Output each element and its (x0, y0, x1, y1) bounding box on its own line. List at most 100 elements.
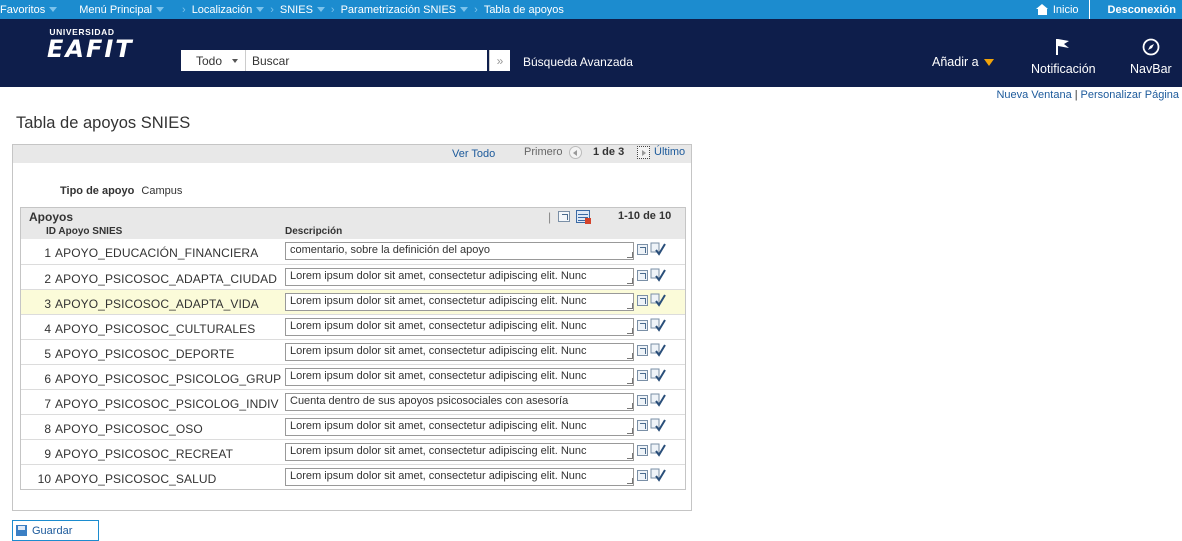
resize-handle-icon[interactable] (627, 328, 633, 334)
resize-handle-icon[interactable] (627, 303, 633, 309)
resize-handle-icon[interactable] (627, 378, 633, 384)
logo[interactable]: UNIVERSIDAD EAFIT (47, 27, 134, 63)
description-textarea[interactable]: Cuenta dentro de sus apoyos psicosociale… (285, 393, 634, 411)
table-row: 9 APOYO_PSICOSOC_RECREAT Lorem ipsum dolor… (21, 439, 685, 464)
view-all-link[interactable]: Ver Todo (452, 148, 495, 160)
resize-handle-icon[interactable] (627, 353, 633, 359)
breadcrumb-item[interactable]: › SNIES (264, 4, 325, 16)
support-type-label: Tipo de apoyo (60, 185, 135, 197)
spellcheck-icon[interactable] (650, 242, 666, 257)
description-textarea[interactable]: Lorem ipsum dolor sit amet, consectetur … (285, 268, 634, 286)
table-row: 7 APOYO_PSICOSOC_PSICOLOG_INDIV Cuenta den… (21, 389, 685, 414)
logo-brand: EAFIT (47, 35, 134, 63)
description-textarea[interactable]: comentario, sobre la definición del apoy… (285, 242, 634, 260)
last-link[interactable]: Último (654, 146, 685, 158)
resize-handle-icon[interactable] (627, 403, 633, 409)
zoom-icon[interactable] (558, 211, 570, 222)
chevron-down-icon[interactable] (460, 7, 469, 12)
expand-icon[interactable] (637, 395, 648, 406)
spellcheck-icon[interactable] (650, 318, 666, 333)
description-textarea[interactable]: Lorem ipsum dolor sit amet, consectetur … (285, 318, 634, 336)
expand-icon[interactable] (637, 320, 648, 331)
next-icon[interactable] (637, 146, 650, 159)
advanced-search-link[interactable]: Búsqueda Avanzada (523, 55, 633, 69)
table-row: 4 APOYO_PSICOSOC_CULTURALES Lorem ipsum do… (21, 314, 685, 339)
description-textarea[interactable]: Lorem ipsum dolor sit amet, consectetur … (285, 293, 634, 311)
breadcrumb-label: Menú Principal (79, 3, 153, 16)
notification-label: Notificación (1031, 62, 1096, 76)
breadcrumb-item[interactable]: Menú Principal (79, 3, 165, 16)
resize-handle-icon[interactable] (627, 428, 633, 434)
table-row: 1 APOYO_EDUCACIÓN_FINANCIERA comentario, s… (21, 239, 685, 264)
navbar-button[interactable]: NavBar (1130, 38, 1172, 76)
expand-icon[interactable] (637, 470, 648, 481)
main-panel: Ver Todo Primero 1 de 3 Último Tipo de a… (12, 144, 692, 511)
new-window-link[interactable]: Nueva Ventana (996, 89, 1071, 101)
expand-icon[interactable] (637, 270, 648, 281)
description-textarea[interactable]: Lorem ipsum dolor sit amet, consectetur … (285, 343, 634, 361)
expand-icon[interactable] (637, 244, 648, 255)
description-textarea[interactable]: Lorem ipsum dolor sit amet, consectetur … (285, 418, 634, 436)
spellcheck-icon[interactable] (650, 418, 666, 433)
spellcheck-icon[interactable] (650, 393, 666, 408)
personalize-page-link[interactable]: Personalizar Página (1081, 89, 1179, 101)
save-label: Guardar (32, 524, 73, 537)
row-number: 9 (44, 447, 51, 461)
flag-icon (1056, 39, 1070, 55)
expand-icon[interactable] (637, 345, 648, 356)
breadcrumb-separator: › (182, 3, 186, 16)
resize-handle-icon[interactable] (627, 453, 633, 459)
resize-handle-icon[interactable] (627, 278, 633, 284)
row-number: 6 (44, 372, 51, 386)
description-textarea[interactable]: Lorem ipsum dolor sit amet, consectetur … (285, 443, 634, 461)
expand-icon[interactable] (637, 420, 648, 431)
resize-handle-icon[interactable] (627, 478, 633, 484)
column-header-description[interactable]: Descripción (285, 226, 342, 237)
breadcrumb-item[interactable]: › Localización (176, 3, 265, 16)
link-separator: | (1074, 89, 1078, 101)
save-icon (16, 525, 27, 536)
row-id: APOYO_PSICOSOC_SALUD (55, 472, 217, 486)
save-button[interactable]: Guardar (12, 520, 99, 541)
breadcrumb-item[interactable]: Favoritos (0, 3, 58, 16)
breadcrumb-label: Favoritos (0, 3, 46, 16)
spellcheck-icon[interactable] (650, 468, 666, 483)
grid-toolbar-separator: | (548, 210, 552, 224)
description-textarea[interactable]: Lorem ipsum dolor sit amet, consectetur … (285, 468, 634, 486)
description-textarea[interactable]: Lorem ipsum dolor sit amet, consectetur … (285, 368, 634, 386)
spellcheck-icon[interactable] (650, 443, 666, 458)
add-to-label: Añadir a (932, 55, 979, 69)
expand-icon[interactable] (637, 295, 648, 306)
spellcheck-icon[interactable] (650, 343, 666, 358)
expand-icon[interactable] (637, 445, 648, 456)
spellcheck-icon[interactable] (650, 368, 666, 383)
chevron-down-icon[interactable] (156, 7, 165, 12)
grid-title-bar: Apoyos | 1-10 de 10 (21, 208, 685, 226)
row-number: 3 (44, 297, 51, 311)
spreadsheet-icon[interactable] (576, 210, 591, 224)
search-scope-select[interactable]: Todo (181, 50, 246, 71)
chevron-down-icon[interactable] (316, 7, 325, 12)
breadcrumb-item[interactable]: › Tabla de apoyos (468, 4, 564, 16)
search-go-button[interactable]: » (489, 50, 510, 71)
spellcheck-icon[interactable] (650, 268, 666, 283)
expand-icon[interactable] (637, 370, 648, 381)
support-type: Tipo de apoyo Campus (60, 185, 182, 197)
page-title: Tabla de apoyos SNIES (16, 114, 191, 132)
logout-link[interactable]: Desconexión (1090, 4, 1182, 16)
chevron-down-icon[interactable] (49, 7, 58, 12)
previous-icon[interactable] (569, 146, 582, 159)
add-to-menu[interactable]: Añadir a (932, 55, 994, 69)
search-input[interactable] (246, 50, 487, 71)
navbar-label: NavBar (1130, 62, 1172, 76)
notification-button[interactable]: Notificación (1031, 38, 1096, 76)
breadcrumb-item[interactable]: › Parametrización SNIES (325, 4, 469, 16)
home-link[interactable]: Inicio (1028, 0, 1090, 19)
table-row: 3 APOYO_PSICOSOC_ADAPTA_VIDA Lorem ipsum d… (21, 289, 685, 314)
row-number: 1 (44, 246, 51, 260)
resize-handle-icon[interactable] (627, 252, 633, 258)
chevron-down-icon[interactable] (256, 7, 265, 12)
spellcheck-icon[interactable] (650, 293, 666, 308)
column-header-id[interactable]: ID Apoyo SNIES (46, 226, 122, 237)
grid-rows: 1 APOYO_EDUCACIÓN_FINANCIERA comentario, s… (21, 239, 685, 489)
